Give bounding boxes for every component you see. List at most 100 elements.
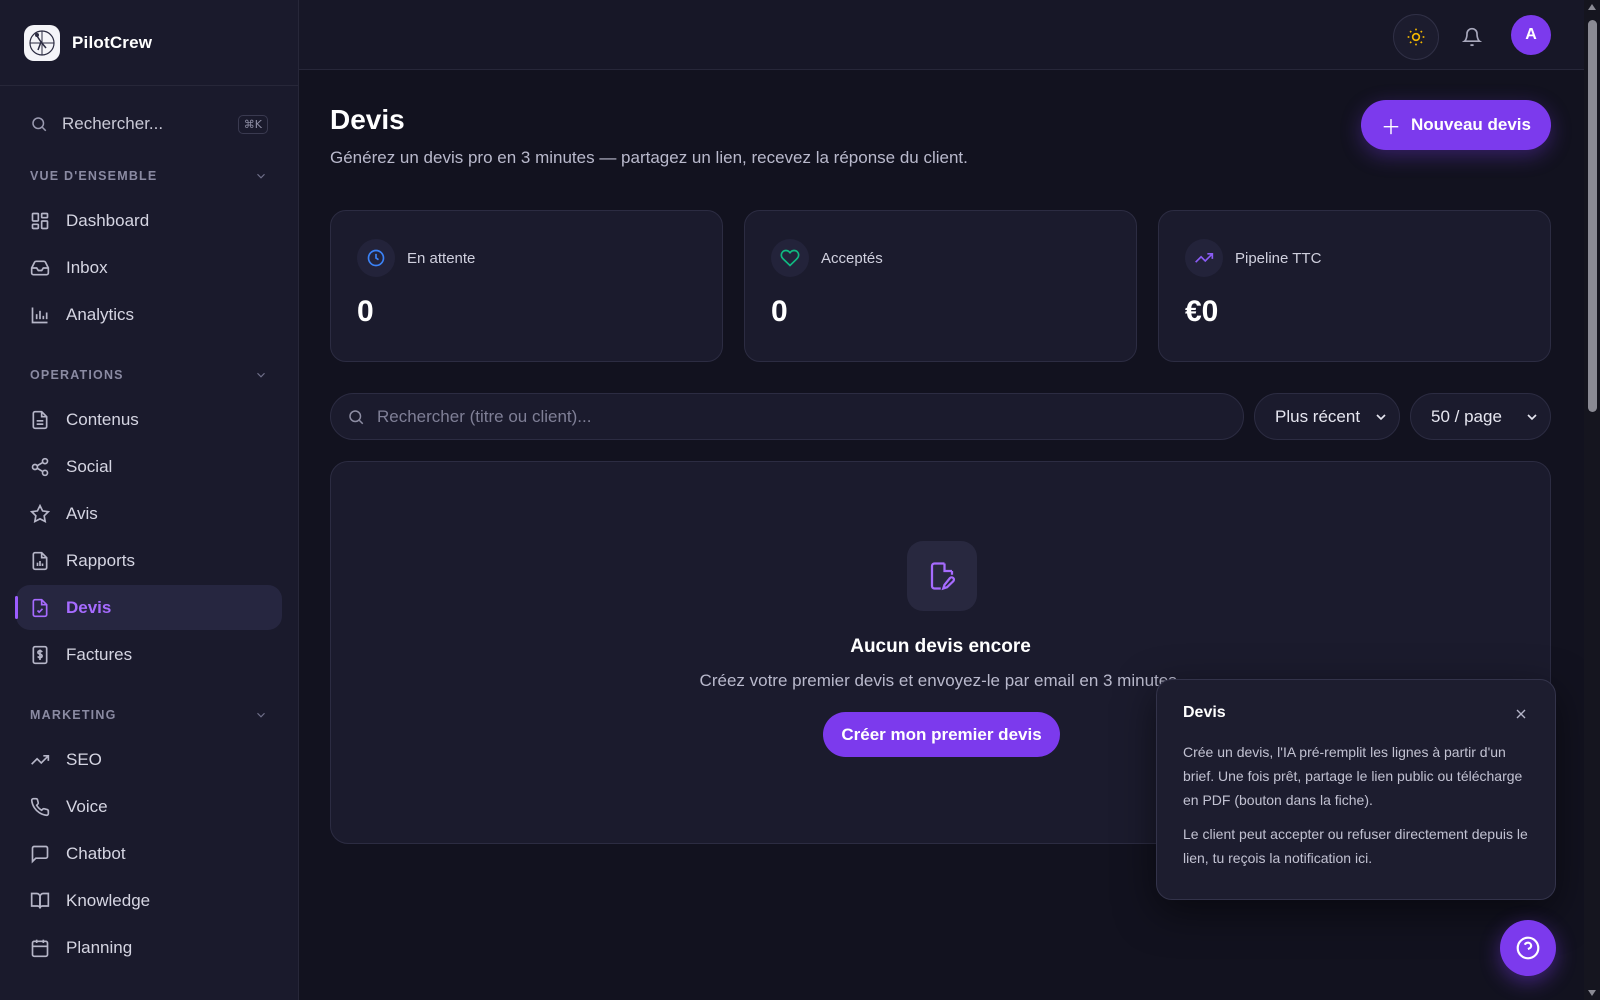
- sidebar-item-label: Rapports: [66, 550, 135, 570]
- sidebar-item-planning[interactable]: Planning: [16, 925, 282, 970]
- sidebar-item-label: Contenus: [66, 409, 139, 429]
- sidebar-item-avis[interactable]: Avis: [16, 491, 282, 536]
- section-label: VUE D'ENSEMBLE: [30, 169, 158, 183]
- sidebar-item-analytics[interactable]: Analytics: [16, 292, 282, 337]
- stat-label: Acceptés: [821, 249, 883, 267]
- avatar[interactable]: A: [1511, 15, 1551, 55]
- trending-up-icon: [1185, 239, 1223, 277]
- sort-select[interactable]: Plus récent: [1254, 393, 1400, 440]
- create-first-quote-button[interactable]: Créer mon premier devis: [823, 712, 1060, 757]
- sidebar-item-factures[interactable]: Factures: [16, 632, 282, 677]
- plus-icon: ＋: [1381, 116, 1401, 139]
- brand[interactable]: PilotCrew: [0, 0, 298, 86]
- popover-title: Devis: [1183, 704, 1226, 721]
- sidebar-item-knowledge[interactable]: Knowledge: [16, 878, 282, 923]
- sidebar-search[interactable]: Rechercher... ⌘K: [30, 110, 268, 138]
- sidebar-item-label: SEO: [66, 749, 102, 769]
- chevron-down-icon: [254, 169, 268, 183]
- sidebar-item-label: Devis: [66, 597, 112, 617]
- sidebar-item-label: Dashboard: [66, 210, 150, 230]
- stat-value: €0: [1185, 295, 1219, 328]
- sidebar-item-devis[interactable]: Devis: [15, 585, 282, 630]
- stat-card-pipeline: Pipeline TTC €0: [1158, 210, 1551, 362]
- new-quote-button[interactable]: ＋ Nouveau devis: [1361, 100, 1551, 150]
- help-icon: [1515, 935, 1541, 961]
- sidebar-item-rapports[interactable]: Rapports: [16, 538, 282, 583]
- chevron-down-icon: [254, 708, 268, 722]
- share-icon: [30, 457, 50, 477]
- chevron-down-icon: [1524, 409, 1540, 425]
- help-button[interactable]: [1500, 920, 1556, 976]
- popover-body: Crée un devis, l'IA pré-remplit les lign…: [1183, 744, 1523, 808]
- sidebar-item-label: Chatbot: [66, 843, 126, 863]
- sidebar-item-label: Knowledge: [66, 890, 151, 910]
- quote-icon: [30, 598, 50, 618]
- sidebar-item-label: Factures: [66, 644, 133, 664]
- close-icon[interactable]: [1513, 706, 1529, 722]
- page-size-select[interactable]: 50 / page: [1410, 393, 1551, 440]
- page-scrollbar[interactable]: [1584, 0, 1600, 1000]
- avatar-initial: A: [1525, 26, 1537, 43]
- section-label: MARKETING: [30, 708, 117, 722]
- star-icon: [30, 503, 50, 524]
- book-icon: [30, 891, 50, 911]
- page-size-value: 50 / page: [1431, 406, 1502, 426]
- calendar-icon: [30, 938, 50, 958]
- popover-body-secondary: Le client peut accepter ou refuser direc…: [1183, 826, 1528, 866]
- sun-icon: [1406, 27, 1426, 47]
- report-icon: [30, 551, 50, 571]
- page-title: Devis: [330, 104, 405, 135]
- sidebar-item-inbox[interactable]: Inbox: [16, 245, 282, 290]
- bell-icon: [1462, 27, 1482, 47]
- quote-search-input[interactable]: [377, 406, 1243, 427]
- inbox-icon: [30, 258, 50, 278]
- edit-document-icon: [907, 541, 977, 611]
- sidebar-item-contenus[interactable]: Contenus: [16, 397, 282, 442]
- section-header-marketing[interactable]: MARKETING: [0, 707, 298, 723]
- shortcut-badge: ⌘K: [237, 114, 268, 134]
- dashboard-icon: [30, 211, 50, 231]
- sidebar-item-label: Analytics: [66, 304, 135, 324]
- stat-card-pending: En attente 0: [330, 210, 723, 362]
- search-icon: [347, 408, 365, 426]
- sidebar-item-social[interactable]: Social: [16, 444, 282, 489]
- sidebar-item-dashboard[interactable]: Dashboard: [16, 198, 282, 243]
- stat-label: Pipeline TTC: [1235, 249, 1322, 267]
- sidebar: PilotCrew Rechercher... ⌘K VUE D'ENSEMBL…: [0, 0, 299, 1000]
- brand-logo-icon: [24, 24, 60, 61]
- stats-row: En attente 0 Acceptés 0 Pipeline TTC €0: [330, 210, 1551, 362]
- stat-value: 0: [357, 295, 374, 328]
- section-label: OPERATIONS: [30, 368, 124, 382]
- scroll-up-arrow-icon[interactable]: [1588, 4, 1596, 10]
- scroll-down-arrow-icon[interactable]: [1588, 990, 1596, 996]
- section-header-operations[interactable]: OPERATIONS: [0, 367, 298, 383]
- nav-operations: Contenus Social Avis Rapports Devis Fact…: [0, 397, 298, 677]
- sidebar-item-label: Social: [66, 456, 113, 476]
- heart-icon: [771, 239, 809, 277]
- stat-card-accepted: Acceptés 0: [744, 210, 1137, 362]
- sidebar-item-voice[interactable]: Voice: [16, 784, 282, 829]
- sidebar-item-chatbot[interactable]: Chatbot: [16, 831, 282, 876]
- sidebar-item-label: Inbox: [66, 257, 108, 277]
- phone-icon: [30, 797, 50, 817]
- stat-value: 0: [771, 295, 788, 328]
- quote-search-box: [330, 393, 1244, 440]
- invoice-icon: [30, 645, 50, 665]
- sidebar-item-seo[interactable]: SEO: [16, 737, 282, 782]
- scrollbar-thumb[interactable]: [1588, 20, 1597, 412]
- sidebar-item-label: Avis: [66, 503, 98, 523]
- section-header-overview[interactable]: VUE D'ENSEMBLE: [0, 168, 298, 184]
- nav-overview: Dashboard Inbox Analytics: [0, 198, 298, 337]
- nav-marketing: SEO Voice Chatbot Knowledge Planning: [0, 737, 298, 970]
- document-icon: [30, 410, 50, 430]
- stat-label: En attente: [407, 249, 476, 267]
- chat-icon: [30, 844, 50, 864]
- clock-icon: [357, 239, 395, 277]
- search-icon: [30, 115, 48, 133]
- trend-icon: [30, 750, 50, 770]
- sidebar-item-label: Voice: [66, 796, 108, 816]
- notifications-button[interactable]: [1449, 14, 1495, 60]
- theme-toggle-button[interactable]: [1393, 14, 1439, 60]
- page-subtitle: Générez un devis pro en 3 minutes — part…: [330, 148, 968, 167]
- sidebar-search-label: Rechercher...: [62, 114, 164, 133]
